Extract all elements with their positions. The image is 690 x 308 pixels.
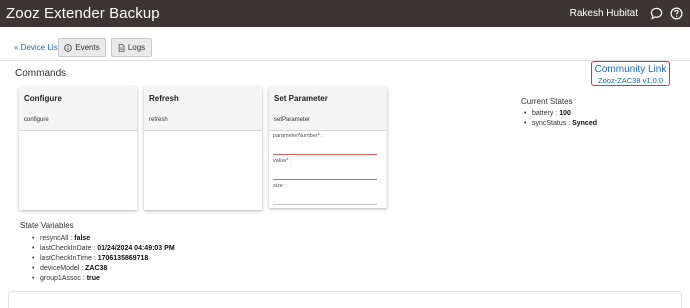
field-underline [273, 204, 377, 205]
toolbar-divider [0, 60, 690, 61]
variable-name: lastCheckInTime [40, 255, 92, 262]
user-name[interactable]: Rakesh Hubitat [570, 8, 638, 19]
configure-command-button[interactable]: Configure configure [19, 87, 137, 131]
field-label: value* : [273, 158, 292, 164]
configure-command-card: Configure configure [19, 87, 137, 210]
community-box: Community Link Zooz-ZAC38 v1.0.0 [591, 61, 670, 86]
chat-icon[interactable] [650, 7, 663, 20]
field-label: size : [273, 183, 286, 189]
field-label: parameterNumber* : [273, 133, 323, 139]
card-title: Configure [24, 94, 62, 103]
list-item: battery : 100 [524, 109, 597, 119]
device-list-link[interactable]: « Device List [14, 43, 60, 52]
size-field[interactable]: size : [273, 183, 377, 205]
set-parameter-command-card: Set Parameter setParameter parameterNumb… [269, 87, 387, 208]
list-item: syncStatus : Synced [524, 119, 597, 129]
refresh-command-button[interactable]: Refresh refresh [144, 87, 262, 131]
variable-name: lastCheckInDate [40, 245, 92, 252]
current-states-list: battery : 100 syncStatus : Synced [524, 109, 597, 129]
state-name: syncStatus [532, 120, 567, 127]
list-item: group1Assoc : true [32, 274, 175, 284]
logs-label: Logs [127, 43, 146, 52]
events-label: Events [75, 43, 100, 52]
card-command: setParameter [274, 117, 311, 123]
variable-name: group1Assoc [40, 275, 81, 282]
list-item: resyncAll : false [32, 234, 175, 244]
variable-value: true [86, 275, 100, 282]
state-name: battery [532, 110, 554, 117]
state-value: 100 [559, 110, 571, 117]
info-icon [64, 43, 73, 52]
events-button[interactable]: Events [58, 38, 106, 57]
parameter-number-field[interactable]: parameterNumber* : [273, 133, 377, 155]
state-value: Synced [572, 120, 597, 127]
field-underline [273, 179, 377, 180]
set-parameter-command-button[interactable]: Set Parameter setParameter [269, 87, 387, 131]
state-variables-list: resyncAll : false lastCheckInDate : 01/2… [32, 234, 175, 284]
document-icon [118, 43, 125, 52]
variable-value: ZAC38 [85, 265, 108, 272]
card-command: configure [24, 117, 49, 123]
toolbar: « Device List Events Logs [0, 27, 690, 60]
card-title: Refresh [149, 94, 179, 103]
top-bar: Zooz Extender Backup Rakesh Hubitat [0, 0, 690, 27]
card-title: Set Parameter [274, 94, 328, 103]
variable-name: deviceModel [40, 265, 80, 272]
current-states-title: Current States [521, 97, 573, 106]
value-field[interactable]: value* : [273, 158, 377, 180]
list-item: lastCheckInDate : 01/24/2024 04:49:03 PM [32, 244, 175, 254]
state-variables-title: State Variables [20, 221, 74, 230]
list-item: lastCheckInTime : 1706135869718 [32, 254, 175, 264]
community-link[interactable]: Community Link [592, 64, 669, 75]
driver-version-link[interactable]: Zooz-ZAC38 v1.0.0 [592, 76, 669, 85]
logs-button[interactable]: Logs [111, 38, 152, 57]
variable-value: 01/24/2024 04:49:03 PM [97, 245, 175, 252]
variable-value: false [74, 235, 91, 242]
help-icon[interactable] [670, 7, 683, 20]
device-details-panel [8, 291, 682, 308]
field-underline [273, 154, 377, 155]
card-command: refresh [149, 117, 168, 123]
variable-value: 1706135869718 [97, 255, 149, 262]
commands-title: Commands [15, 68, 67, 79]
list-item: deviceModel : ZAC38 [32, 264, 175, 274]
variable-name: resyncAll [40, 235, 69, 242]
refresh-command-card: Refresh refresh [144, 87, 262, 210]
device-title: Zooz Extender Backup [6, 5, 160, 22]
